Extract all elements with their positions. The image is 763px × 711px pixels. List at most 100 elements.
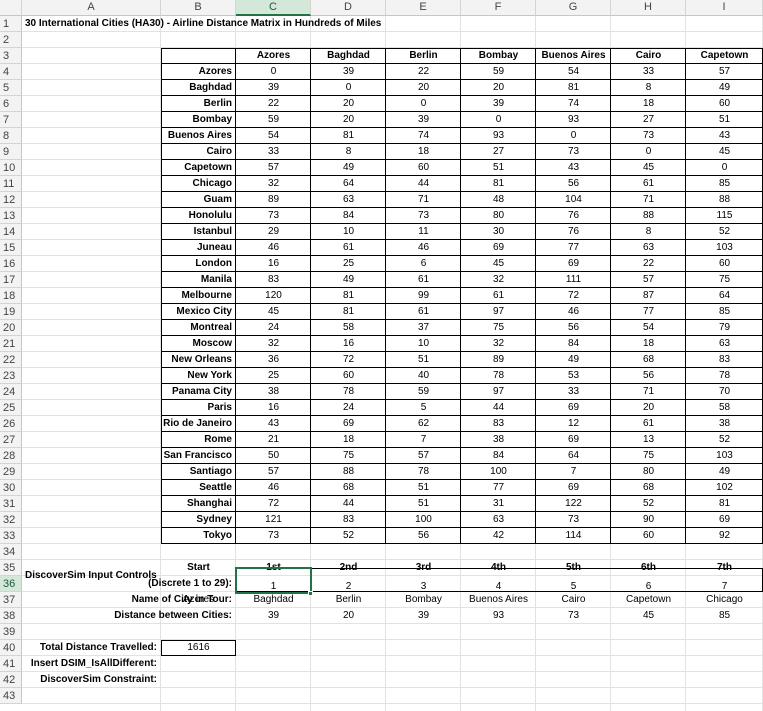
row-header-1[interactable]: 1 [0,16,22,32]
matrix-row-divider [161,255,763,256]
matrix-row-divider [161,399,763,400]
matrix-col-divider [535,48,536,544]
matrix-col-divider [460,48,461,544]
row-header-35[interactable]: 35 [0,560,22,576]
fill-handle[interactable] [308,591,313,596]
gridline [22,703,763,704]
tour-distance[interactable]: 39 [236,608,311,624]
row-header-22[interactable]: 22 [0,352,22,368]
input-controls-range-label[interactable]: (Discrete 1 to 29): [22,576,236,592]
row-header-19[interactable]: 19 [0,304,22,320]
row-header-3[interactable]: 3 [0,48,22,64]
matrix-col-divider [310,48,311,544]
row-header-4[interactable]: 4 [0,64,22,80]
row-header-26[interactable]: 26 [0,416,22,432]
inputs-outline [236,568,763,592]
matrix-row-divider [161,447,763,448]
row-header-38[interactable]: 38 [0,608,22,624]
row-header-18[interactable]: 18 [0,288,22,304]
column-header-g[interactable]: G [536,0,611,16]
matrix-col-divider [385,48,386,544]
column-header-i[interactable]: I [686,0,763,16]
matrix-row-divider [161,191,763,192]
row-header-29[interactable]: 29 [0,464,22,480]
spreadsheet-grid[interactable]: A B C D E F G H I 1 2 3 4 5 6 7 8 9 10 11 12 13 14 15 16 17 18 19 20… [0,0,763,711]
row-header-13[interactable]: 13 [0,208,22,224]
tour-distance[interactable]: 39 [386,608,461,624]
tour-city-name[interactable]: Bombay [386,592,461,608]
row-header-32[interactable]: 32 [0,512,22,528]
matrix-row-divider [161,111,763,112]
row-header-31[interactable]: 31 [0,496,22,512]
row-header-42[interactable]: 42 [0,672,22,688]
row-header-23[interactable]: 23 [0,368,22,384]
matrix-row-divider [161,127,763,128]
tour-city-name[interactable]: Capetown [611,592,686,608]
matrix-row-divider [161,479,763,480]
matrix-row-divider [161,303,763,304]
row-header-7[interactable]: 7 [0,112,22,128]
row-header-40[interactable]: 40 [0,640,22,656]
row-header-25[interactable]: 25 [0,400,22,416]
tour-distance[interactable]: 45 [611,608,686,624]
insert-constraint-label[interactable]: Insert DSIM_IsAllDifferent: [22,656,161,672]
matrix-row-divider [161,239,763,240]
select-all-corner[interactable] [0,0,22,16]
tour-city-name[interactable]: Berlin [311,592,386,608]
row-header-6[interactable]: 6 [0,96,22,112]
tour-city-name[interactable]: Cairo [536,592,611,608]
row-header-5[interactable]: 5 [0,80,22,96]
total-distance-label[interactable]: Total Distance Travelled: [22,640,161,656]
row-header-41[interactable]: 41 [0,656,22,672]
row-header-20[interactable]: 20 [0,320,22,336]
column-header-c[interactable]: C [236,0,311,16]
row-header-2[interactable]: 2 [0,32,22,48]
row-header-14[interactable]: 14 [0,224,22,240]
row-header-11[interactable]: 11 [0,176,22,192]
matrix-row-divider [161,463,763,464]
row-header-9[interactable]: 9 [0,144,22,160]
selected-cell-c36[interactable] [235,567,312,594]
row-header-43[interactable]: 43 [0,688,22,704]
tour-distance[interactable]: 85 [686,608,763,624]
total-value-border [161,640,236,656]
matrix-row-divider [161,495,763,496]
constraint-label[interactable]: DiscoverSim Constraint: [22,672,161,688]
matrix-row-divider [161,271,763,272]
row-header-28[interactable]: 28 [0,448,22,464]
row-header-37[interactable]: 37 [0,592,22,608]
row-header-33[interactable]: 33 [0,528,22,544]
column-header-d[interactable]: D [311,0,386,16]
row-header-24[interactable]: 24 [0,384,22,400]
row-header-15[interactable]: 15 [0,240,22,256]
column-header-a[interactable]: A [22,0,161,16]
row-header-39[interactable]: 39 [0,624,22,640]
distance-label[interactable]: Distance between Cities: [22,608,236,624]
tour-distance[interactable]: 20 [311,608,386,624]
matrix-row-divider [161,143,763,144]
matrix-row-divider [161,287,763,288]
row-header-34[interactable]: 34 [0,544,22,560]
matrix-row-divider [161,527,763,528]
tour-city-name[interactable]: Buenos Aires [461,592,536,608]
column-header-h[interactable]: H [611,0,686,16]
row-header-16[interactable]: 16 [0,256,22,272]
sheet-title[interactable]: 30 International Cities (HA30) - Airline… [22,16,686,32]
row-header-36[interactable]: 36 [0,576,22,592]
row-header-30[interactable]: 30 [0,480,22,496]
tour-city-name[interactable]: Baghdad [236,592,311,608]
tour-distance[interactable]: 73 [536,608,611,624]
column-header-b[interactable]: B [161,0,236,16]
tour-distance[interactable]: 93 [461,608,536,624]
tour-city-name[interactable]: Chicago [686,592,763,608]
tour-start-city[interactable]: Azores [161,592,236,608]
row-header-21[interactable]: 21 [0,336,22,352]
column-header-e[interactable]: E [386,0,461,16]
row-header-8[interactable]: 8 [0,128,22,144]
row-header-27[interactable]: 27 [0,432,22,448]
row-header-12[interactable]: 12 [0,192,22,208]
matrix-row-divider [161,63,763,64]
column-header-f[interactable]: F [461,0,536,16]
row-header-17[interactable]: 17 [0,272,22,288]
row-header-10[interactable]: 10 [0,160,22,176]
